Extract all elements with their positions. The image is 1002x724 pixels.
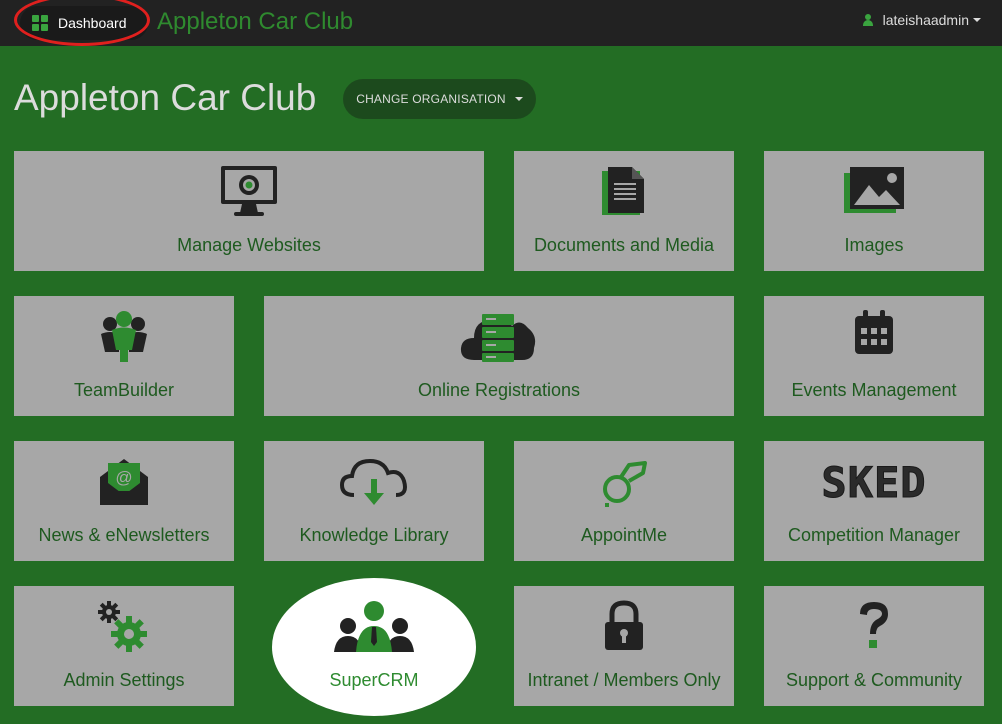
tile-label: Knowledge Library <box>299 525 449 545</box>
tile-events-management[interactable]: Events Management <box>764 296 984 416</box>
whistle-icon <box>603 461 647 507</box>
change-organisation-label: CHANGE ORGANISATION <box>356 92 506 106</box>
username-label: lateishaadmin <box>882 12 969 28</box>
brand-link[interactable]: Appleton Car Club <box>157 8 353 36</box>
grid-icon <box>32 15 48 31</box>
tile-competition-manager[interactable]: SKED Competition Manager <box>764 441 984 561</box>
dashboard-label: Dashboard <box>58 15 127 31</box>
tile-label: Images <box>844 235 904 255</box>
calendar-icon <box>855 310 893 354</box>
tile-label: SuperCRM <box>329 670 419 690</box>
monitor-icon <box>221 166 277 216</box>
tile-label: Admin Settings <box>63 670 185 690</box>
question-icon <box>860 602 888 648</box>
dashboard-button[interactable]: Dashboard <box>20 6 148 40</box>
tile-label: TeamBuilder <box>73 380 175 400</box>
page-title: Appleton Car Club <box>14 77 317 118</box>
tile-label: Support & Community <box>785 670 963 690</box>
tile-teambuilder[interactable]: TeamBuilder <box>14 296 234 416</box>
cloud-server-icon <box>460 314 536 362</box>
tile-label: Events Management <box>791 380 957 400</box>
top-navbar: Dashboard Appleton Car Club lateishaadmi… <box>0 0 1002 46</box>
tile-intranet-members-only[interactable]: Intranet / Members Only <box>514 586 734 706</box>
tile-appointme[interactable]: AppointMe <box>514 441 734 561</box>
gears-icon <box>98 601 147 652</box>
tile-label: Intranet / Members Only <box>527 670 721 690</box>
sked-logo: SKED <box>821 459 926 505</box>
padlock-icon <box>605 600 643 650</box>
tile-label: Documents and Media <box>533 235 715 255</box>
caret-down-icon <box>514 97 523 101</box>
tile-label: Online Registrations <box>417 380 581 400</box>
user-icon <box>862 14 873 26</box>
tile-label: AppointMe <box>580 525 668 545</box>
tile-online-registrations[interactable]: Online Registrations <box>264 296 734 416</box>
crm-people-icon <box>334 601 414 652</box>
tile-label: Competition Manager <box>787 525 961 545</box>
image-icon <box>844 167 904 213</box>
svg-text:SKED: SKED <box>821 459 926 505</box>
tile-manage-websites[interactable]: Manage Websites <box>14 151 484 271</box>
document-icon <box>602 167 644 215</box>
cloud-download-icon <box>339 458 407 505</box>
change-organisation-button[interactable]: CHANGE ORGANISATION <box>343 79 536 119</box>
tile-supercrm[interactable]: SuperCRM <box>264 586 484 706</box>
tile-label: Manage Websites <box>177 235 321 255</box>
tile-label: News & eNewsletters <box>38 525 210 545</box>
user-menu[interactable]: lateishaadmin <box>862 12 981 28</box>
tile-news-enewsletters[interactable]: @ News & eNewsletters <box>14 441 234 561</box>
envelope-icon: @ <box>100 459 148 505</box>
svg-text:@: @ <box>115 468 132 487</box>
tile-knowledge-library[interactable]: Knowledge Library <box>264 441 484 561</box>
tile-admin-settings[interactable]: Admin Settings <box>14 586 234 706</box>
caret-down-icon <box>973 18 981 22</box>
tile-documents-and-media[interactable]: Documents and Media <box>514 151 734 271</box>
tile-images[interactable]: Images <box>764 151 984 271</box>
tile-support-community[interactable]: Support & Community <box>764 586 984 706</box>
team-icon <box>101 311 147 362</box>
